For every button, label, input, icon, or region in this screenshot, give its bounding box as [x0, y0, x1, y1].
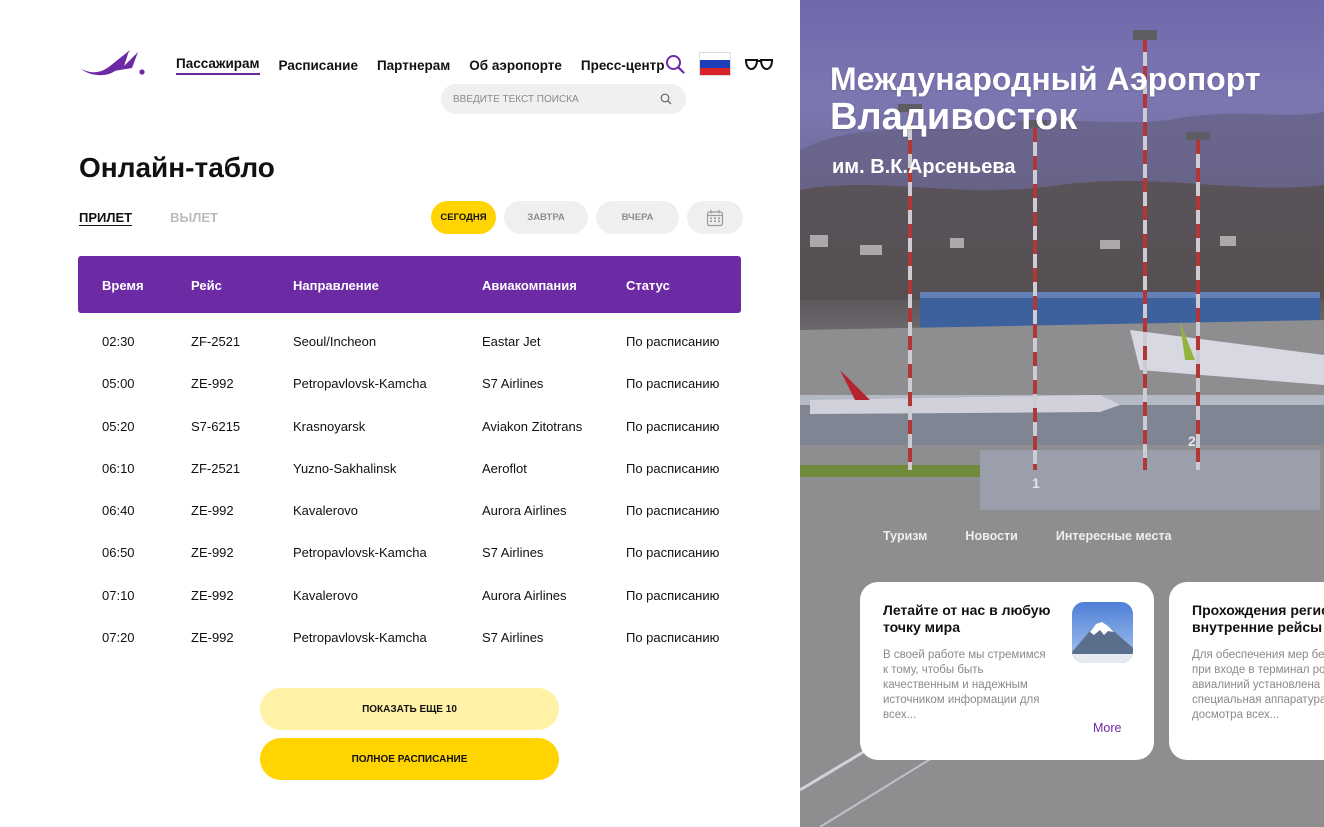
cell-airline: Aurora Airlines: [482, 587, 567, 603]
hero-panel: 1 2 Международный Аэропорт Владивосток и…: [800, 0, 1324, 827]
search-bar: [441, 84, 686, 114]
cell-direction: Seoul/Incheon: [293, 334, 377, 349]
direction-tabs: ПРИЛЕТ ВЫЛЕТ: [79, 210, 218, 225]
hero-subtitle: им. В.К.Арсеньева: [832, 156, 1016, 178]
cell-airline: S7 Airlines: [482, 376, 544, 392]
column-header-direction[interactable]: Направление: [293, 278, 379, 293]
nav-item-about[interactable]: Об аэропорте: [469, 58, 562, 73]
cell-status: По расписанию: [626, 630, 720, 646]
mountain-image: [1072, 602, 1133, 663]
cell-time: 07:10: [102, 587, 135, 603]
card-text: Для обеспечения мер безопасности, при вх…: [1192, 649, 1324, 721]
cell-airline: S7 Airlines: [482, 545, 544, 561]
cell-direction: Kavalerovo: [293, 587, 359, 603]
nav-item-partners[interactable]: Партнерам: [377, 58, 450, 73]
main-nav: Пассажирам Расписание Партнерам Об аэроп…: [176, 56, 665, 75]
column-header-time[interactable]: Время: [102, 278, 144, 293]
cell-status: По расписанию: [626, 503, 720, 519]
tab-departure[interactable]: ВЫЛЕТ: [170, 210, 218, 225]
category-tabs: Туризм Новости Интересные места: [883, 529, 1172, 543]
cell-airline: Aurora Airlines: [482, 503, 567, 519]
table-row[interactable]: 06:50 ZE-992 Petropavlovsk-Kamcha S7 Air…: [78, 531, 741, 573]
card-title: Прохождения регистрации на внутренние ре…: [1192, 602, 1324, 635]
tab-arrival[interactable]: ПРИЛЕТ: [79, 210, 132, 225]
card-title: Летайте от нас в любую точку мира: [883, 602, 1051, 635]
cell-status: По расписанию: [626, 545, 720, 561]
hero-title-line2: Владивосток: [830, 95, 1078, 138]
page-title: Онлайн-табло: [79, 152, 275, 183]
cell-flight: ZE-992: [191, 587, 234, 603]
cell-time: 07:20: [102, 630, 135, 646]
cell-time: 02:30: [102, 334, 135, 349]
cell-status: По расписанию: [626, 376, 720, 392]
cell-airline: Aeroflot: [482, 460, 527, 476]
tab-tomorrow[interactable]: ЗАВТРА: [504, 201, 588, 234]
cell-status: По расписанию: [626, 418, 720, 434]
search-input[interactable]: [453, 93, 660, 105]
cell-time: 06:10: [102, 460, 135, 476]
russia-flag-icon[interactable]: [699, 52, 731, 76]
hero-title: Международный Аэропорт Владивосток: [830, 62, 1260, 138]
tab-tourism[interactable]: Туризм: [883, 529, 927, 543]
cell-flight: S7-6215: [191, 418, 241, 434]
flights-table-body: 02:30 ZF-2521 Seoul/Incheon Eastar Jet П…: [78, 320, 741, 658]
table-header: Время Рейс Направление Авиакомпания Стат…: [78, 256, 741, 313]
day-tabs: СЕГОДНЯ ЗАВТРА ВЧЕРА: [431, 201, 743, 234]
cell-direction: Petropavlovsk-Kamcha: [293, 630, 427, 646]
table-row[interactable]: 05:00 ZE-992 Petropavlovsk-Kamcha S7 Air…: [78, 362, 741, 404]
cell-time: 05:20: [102, 418, 135, 434]
cell-direction: Kavalerovo: [293, 503, 359, 519]
cell-flight: ZE-992: [191, 376, 234, 392]
cell-airline: Eastar Jet: [482, 334, 541, 349]
header-tools: [665, 52, 773, 76]
tab-places[interactable]: Интересные места: [1056, 529, 1172, 543]
cell-time: 06:40: [102, 503, 135, 519]
cell-airline: S7 Airlines: [482, 630, 544, 646]
hero-title-line1: Международный Аэропорт: [830, 61, 1261, 97]
nav-item-press[interactable]: Пресс-центр: [581, 58, 665, 73]
show-more-button[interactable]: ПОКАЗАТЬ ЕЩЕ 10: [260, 688, 559, 730]
cell-flight: ZF-2521: [191, 334, 241, 349]
nav-item-schedule[interactable]: Расписание: [279, 58, 358, 73]
schedule-panel: Пассажирам Расписание Партнерам Об аэроп…: [0, 0, 800, 827]
cell-flight: ZE-992: [191, 545, 234, 561]
news-card[interactable]: Летайте от нас в любую точку мира В свое…: [860, 582, 1154, 760]
tab-news[interactable]: Новости: [965, 529, 1017, 543]
table-row[interactable]: 05:20 S7-6215 Krasnoyarsk Aviakon Zitotr…: [78, 405, 741, 447]
cell-status: По расписанию: [626, 460, 720, 476]
cell-direction: Petropavlovsk-Kamcha: [293, 545, 427, 561]
cell-direction: Petropavlovsk-Kamcha: [293, 376, 427, 392]
table-row[interactable]: 07:20 ZE-992 Petropavlovsk-Kamcha S7 Air…: [78, 616, 741, 658]
glasses-icon[interactable]: [745, 57, 773, 71]
tab-yesterday[interactable]: ВЧЕРА: [596, 201, 679, 234]
table-row[interactable]: 02:30 ZF-2521 Seoul/Incheon Eastar Jet П…: [78, 320, 741, 362]
cell-time: 05:00: [102, 376, 135, 392]
tab-today[interactable]: СЕГОДНЯ: [431, 201, 496, 234]
cell-status: По расписанию: [626, 334, 720, 349]
logo-icon[interactable]: [78, 46, 148, 78]
calendar-button[interactable]: [687, 201, 743, 234]
table-row[interactable]: 06:40 ZE-992 Kavalerovo Aurora Airlines …: [78, 489, 741, 531]
table-row[interactable]: 06:10 ZF-2521 Yuzno-Sakhalinsk Aeroflot …: [78, 447, 741, 489]
nav-item-passengers[interactable]: Пассажирам: [176, 56, 260, 75]
cell-time: 06:50: [102, 545, 135, 561]
card-more-link[interactable]: More: [1093, 721, 1121, 735]
search-icon[interactable]: [660, 93, 672, 105]
cell-status: По расписанию: [626, 587, 720, 603]
cell-airline: Aviakon Zitotrans: [482, 418, 583, 434]
cell-flight: ZF-2521: [191, 460, 241, 476]
cell-direction: Yuzno-Sakhalinsk: [293, 460, 397, 476]
column-header-airline[interactable]: Авиакомпания: [482, 278, 577, 293]
column-header-flight[interactable]: Рейс: [191, 278, 222, 293]
cell-flight: ZE-992: [191, 503, 234, 519]
cell-flight: ZE-992: [191, 630, 234, 646]
full-schedule-button[interactable]: ПОЛНОЕ РАСПИСАНИЕ: [260, 738, 559, 780]
cell-direction: Krasnoyarsk: [293, 418, 366, 434]
table-row[interactable]: 07:10 ZE-992 Kavalerovo Aurora Airlines …: [78, 574, 741, 616]
card-text: В своей работе мы стремимся к тому, чтоб…: [883, 649, 1046, 721]
news-card[interactable]: Прохождения регистрации на внутренние ре…: [1169, 582, 1324, 760]
column-header-status[interactable]: Статус: [626, 278, 670, 293]
search-icon[interactable]: [665, 54, 685, 74]
calendar-icon: [706, 209, 724, 226]
